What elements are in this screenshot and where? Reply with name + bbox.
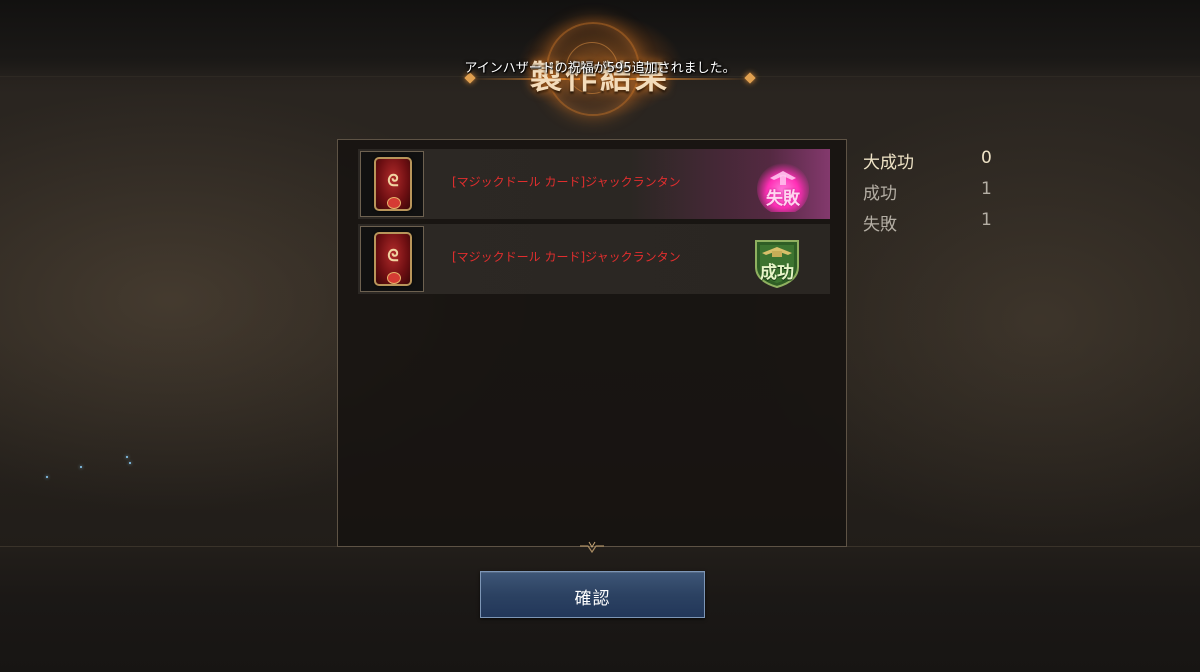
card-gem-icon — [387, 272, 401, 284]
item-slot[interactable]: ᘓ — [360, 226, 424, 292]
fail-badge-icon: 失敗 — [756, 158, 810, 215]
stat-label: 成功 — [863, 184, 897, 204]
background-sparkle — [46, 476, 48, 478]
panel-bottom-ornament-icon — [580, 540, 604, 556]
stat-great-success: 大成功 0 — [863, 148, 1003, 179]
status-label: 成功 — [760, 263, 794, 283]
blessing-notice: アインハザードの祝福が595追加されました。 — [464, 61, 736, 76]
magic-doll-card-icon: ᘓ — [374, 232, 412, 286]
confirm-button-label: 確認 — [574, 589, 611, 609]
stat-label: 失敗 — [863, 215, 897, 235]
card-emblem-icon: ᘓ — [387, 171, 399, 190]
item-slot[interactable]: ᘓ — [360, 151, 424, 217]
background-sparkle — [129, 462, 131, 464]
status-label: 失敗 — [766, 189, 800, 209]
stat-value: 1 — [981, 210, 992, 230]
result-row[interactable]: ᘓ [マジックドール カード]ジャックランタン 失敗 — [358, 149, 830, 219]
stat-label: 大成功 — [863, 153, 914, 173]
stat-value: 0 — [981, 148, 992, 168]
result-row[interactable]: ᘓ [マジックドール カード]ジャックランタン 成功 — [358, 224, 830, 294]
success-badge-icon: 成功 — [750, 233, 804, 289]
stat-success: 成功 1 — [863, 179, 1003, 210]
card-emblem-icon: ᘓ — [387, 246, 399, 265]
confirm-button[interactable]: 確認 — [480, 571, 705, 618]
stat-fail: 失敗 1 — [863, 210, 1003, 241]
item-name: [マジックドール カード]ジャックランタン — [452, 250, 681, 264]
item-name: [マジックドール カード]ジャックランタン — [452, 175, 681, 189]
magic-doll-card-icon: ᘓ — [374, 157, 412, 211]
background-sparkle — [126, 456, 128, 458]
card-gem-icon — [387, 197, 401, 209]
crafting-result-screen: 製作結果 アインハザードの祝福が595追加されました。 ᘓ [マジックドール カ… — [0, 0, 1200, 672]
result-stats: 大成功 0 成功 1 失敗 1 — [863, 148, 1003, 241]
background-sparkle — [80, 466, 82, 468]
stat-value: 1 — [981, 179, 992, 199]
results-panel[interactable]: ᘓ [マジックドール カード]ジャックランタン 失敗 ᘓ [マジックドール カー… — [337, 139, 847, 547]
